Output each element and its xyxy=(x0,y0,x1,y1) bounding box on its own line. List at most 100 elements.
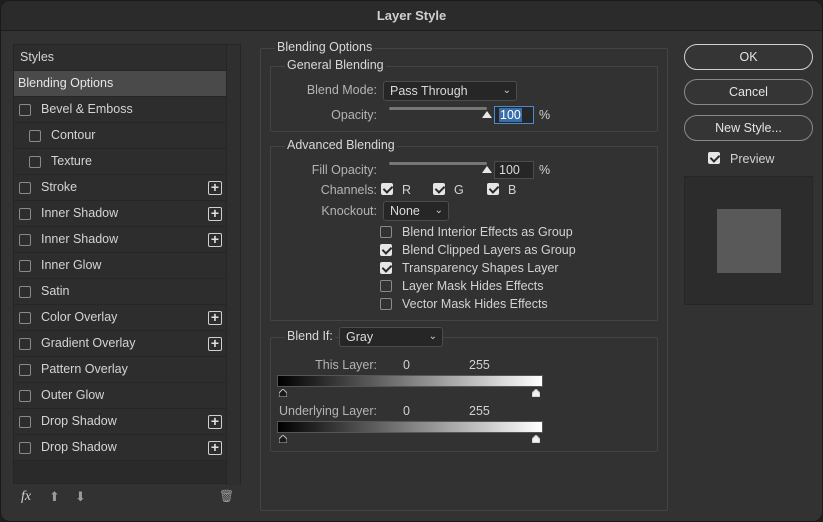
blend-mode-label: Blend Mode: xyxy=(306,83,377,97)
fill-opacity-input[interactable]: 100 xyxy=(494,161,534,179)
styles-item[interactable]: Inner Shadow + xyxy=(14,201,226,227)
knockout-select[interactable]: None ⌄ xyxy=(383,201,449,221)
styles-list-scrollbar[interactable] xyxy=(226,45,240,485)
styles-item[interactable]: Stroke + xyxy=(14,175,226,201)
add-effect-icon[interactable]: + xyxy=(208,440,222,455)
styles-item-label: Inner Shadow xyxy=(41,206,119,220)
styles-item-label: Color Overlay xyxy=(41,310,118,324)
styles-item-label: Texture xyxy=(51,154,92,168)
preview-label: Preview xyxy=(730,152,775,166)
styles-item[interactable]: Texture xyxy=(14,149,226,175)
styles-item-label: Pattern Overlay xyxy=(41,362,128,376)
styles-item[interactable]: Outer Glow xyxy=(14,383,226,409)
add-effect-icon[interactable]: + xyxy=(208,414,222,429)
ok-button[interactable]: OK xyxy=(684,44,813,70)
fill-opacity-slider-thumb[interactable] xyxy=(482,166,492,173)
advanced-option-label: Blend Clipped Layers as Group xyxy=(402,243,576,257)
styles-item-label: Outer Glow xyxy=(41,388,105,402)
channel-checkbox[interactable] xyxy=(487,183,499,195)
styles-item-checkbox[interactable] xyxy=(19,338,31,350)
styles-item[interactable]: Inner Glow xyxy=(14,253,226,279)
opacity-slider-thumb[interactable] xyxy=(482,111,492,118)
channel-label: B xyxy=(508,183,517,197)
underlying-white-slider[interactable] xyxy=(532,435,540,443)
blending-options-title: Blending Options xyxy=(275,40,375,54)
fill-opacity-slider-track[interactable] xyxy=(389,162,487,165)
new-style-button[interactable]: New Style... xyxy=(684,115,813,141)
styles-item[interactable]: Drop Shadow + xyxy=(14,435,226,461)
advanced-option-checkbox[interactable] xyxy=(380,280,392,292)
this-layer-black-slider[interactable] xyxy=(279,389,287,397)
chevron-down-icon: ⌄ xyxy=(434,205,443,216)
this-layer-gradient xyxy=(277,375,543,387)
styles-item-label: Drop Shadow xyxy=(41,414,117,428)
styles-item-checkbox[interactable] xyxy=(19,286,31,298)
styles-item-checkbox[interactable] xyxy=(19,364,31,376)
styles-item-label: Inner Glow xyxy=(41,258,102,272)
styles-item[interactable]: Gradient Overlay + xyxy=(14,331,226,357)
chevron-down-icon: ⌄ xyxy=(428,331,437,342)
styles-item-checkbox[interactable] xyxy=(19,312,31,324)
styles-item-checkbox[interactable] xyxy=(29,130,41,142)
cancel-button[interactable]: Cancel xyxy=(684,79,813,105)
chevron-down-icon: ⌄ xyxy=(502,85,511,96)
opacity-slider-track[interactable] xyxy=(389,107,487,110)
move-down-icon[interactable]: ⬇ xyxy=(75,489,86,505)
styles-item[interactable]: Pattern Overlay xyxy=(14,357,226,383)
styles-item-checkbox[interactable] xyxy=(19,104,31,116)
preview-swatch xyxy=(717,209,781,273)
styles-header[interactable]: Styles xyxy=(14,45,226,71)
styles-list: Styles Blending Options Bevel & Emboss Co… xyxy=(13,44,241,485)
styles-item[interactable]: Satin xyxy=(14,279,226,305)
styles-item-checkbox[interactable] xyxy=(19,442,31,454)
styles-item-checkbox[interactable] xyxy=(19,234,31,246)
add-effect-icon[interactable]: + xyxy=(208,336,222,351)
advanced-option-checkbox[interactable] xyxy=(380,298,392,310)
this-layer-white-slider[interactable] xyxy=(532,389,540,397)
advanced-option-label: Layer Mask Hides Effects xyxy=(402,279,544,293)
opacity-percent: % xyxy=(539,108,551,122)
underlying-layer-gradient xyxy=(277,421,543,433)
add-effect-icon[interactable]: + xyxy=(208,310,222,325)
blend-if-value: Gray xyxy=(346,330,374,344)
add-effect-icon[interactable]: + xyxy=(208,206,222,221)
blend-mode-select[interactable]: Pass Through ⌄ xyxy=(383,81,517,101)
styles-item[interactable]: Contour xyxy=(14,123,226,149)
channel-label: R xyxy=(402,183,412,197)
channels-label: Channels: xyxy=(320,183,377,197)
opacity-label: Opacity: xyxy=(331,108,377,122)
advanced-option-checkbox[interactable] xyxy=(380,226,392,238)
blend-if-select[interactable]: Gray ⌄ xyxy=(339,327,443,347)
styles-item[interactable]: Color Overlay + xyxy=(14,305,226,331)
opacity-input[interactable]: 100 xyxy=(494,106,534,124)
advanced-option-checkbox[interactable] xyxy=(380,262,392,274)
styles-item-checkbox[interactable] xyxy=(19,416,31,428)
styles-item[interactable]: Bevel & Emboss xyxy=(14,97,226,123)
underlying-black-slider[interactable] xyxy=(279,435,287,443)
styles-item-label: Drop Shadow xyxy=(41,440,117,454)
styles-item-checkbox[interactable] xyxy=(19,182,31,194)
underlying-layer-label: Underlying Layer: xyxy=(279,404,377,418)
trash-icon[interactable]: 🗑 xyxy=(219,489,234,503)
style-preview xyxy=(684,176,813,305)
blend-if-group xyxy=(270,337,658,452)
styles-list-footer: fx ⬆ ⬇ 🗑 xyxy=(13,485,241,511)
knockout-label: Knockout: xyxy=(321,204,377,218)
styles-item-checkbox[interactable] xyxy=(19,390,31,402)
styles-item[interactable]: Inner Shadow + xyxy=(14,227,226,253)
fx-icon[interactable]: fx xyxy=(21,489,31,505)
styles-item-checkbox[interactable] xyxy=(29,156,41,168)
styles-item-checkbox[interactable] xyxy=(19,260,31,272)
styles-item-blending-options[interactable]: Blending Options xyxy=(14,71,226,97)
add-effect-icon[interactable]: + xyxy=(208,180,222,195)
styles-item[interactable]: Drop Shadow + xyxy=(14,409,226,435)
styles-item-checkbox[interactable] xyxy=(19,208,31,220)
preview-checkbox[interactable] xyxy=(708,152,720,164)
general-blending-title: General Blending xyxy=(285,58,386,72)
fill-opacity-percent: % xyxy=(539,163,551,177)
channel-checkbox[interactable] xyxy=(381,183,393,195)
channel-checkbox[interactable] xyxy=(433,183,445,195)
advanced-option-checkbox[interactable] xyxy=(380,244,392,256)
add-effect-icon[interactable]: + xyxy=(208,232,222,247)
move-up-icon[interactable]: ⬆ xyxy=(49,489,60,505)
